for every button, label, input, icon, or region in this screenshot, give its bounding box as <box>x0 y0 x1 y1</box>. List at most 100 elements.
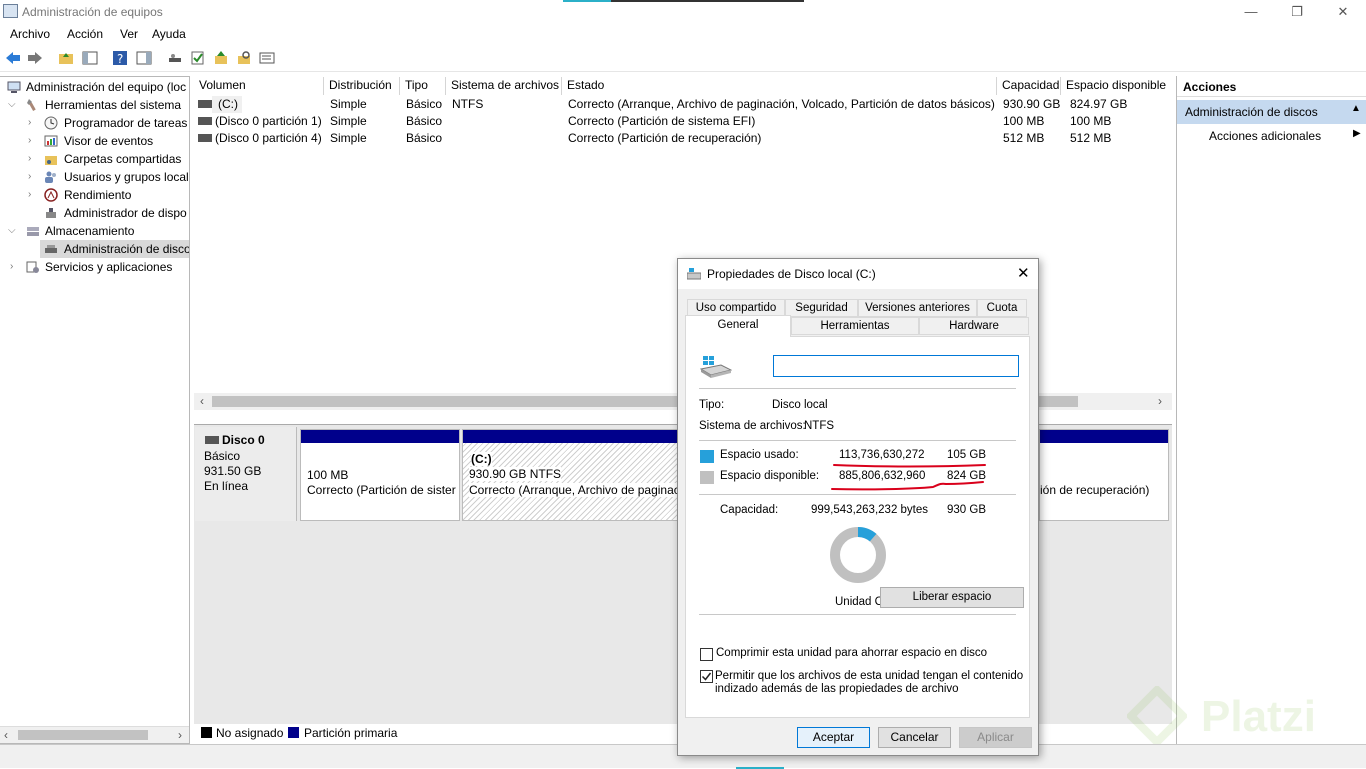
dialog-title-bar: Propiedades de Disco local (C:) ✕ <box>678 259 1038 289</box>
capacity-gb: 930 GB <box>947 504 986 516</box>
tab-general[interactable]: General <box>685 315 791 337</box>
actions-section-disk-management[interactable]: Administración de discos ▲ <box>1177 100 1366 124</box>
tree-storage[interactable]: ⌵ Almacenamiento <box>0 222 189 240</box>
tree-device-manager[interactable]: Administrador de dispo <box>0 204 189 222</box>
tree-services[interactable]: › Servicios y aplicaciones <box>0 258 189 276</box>
col-layout[interactable]: Distribución <box>324 77 400 95</box>
menu-archivo[interactable]: Archivo <box>10 27 50 41</box>
collapse-up-icon[interactable]: ▲ <box>1351 103 1361 114</box>
cell-free-space: 512 MB <box>1070 131 1112 145</box>
back-icon[interactable] <box>5 50 21 66</box>
partition-c[interactable]: (C:) 930.90 GB NTFS Correcto (Arranque, … <box>462 429 682 521</box>
help-icon[interactable]: ? <box>112 50 128 66</box>
menu-ver[interactable]: Ver <box>120 27 138 41</box>
chevron-right-icon[interactable]: › <box>28 168 38 186</box>
tab-quota[interactable]: Cuota <box>977 299 1027 317</box>
check-icon[interactable] <box>190 50 206 66</box>
search-folder-icon[interactable] <box>236 50 252 66</box>
drive-icon <box>687 268 701 280</box>
menu-ayuda[interactable]: Ayuda <box>152 27 186 41</box>
tree-root[interactable]: Administración del equipo (loc <box>0 78 189 96</box>
forward-icon[interactable] <box>27 50 43 66</box>
partition-recovery[interactable]: ión de recuperación) <box>1039 429 1169 521</box>
free-space-ring <box>830 527 886 583</box>
chevron-right-icon[interactable]: › <box>28 114 38 132</box>
scroll-right-icon[interactable]: › <box>1158 394 1162 408</box>
tree-horizontal-scrollbar[interactable]: ‹ › <box>0 726 189 743</box>
tree-label: Carpetas compartidas <box>64 152 182 166</box>
table-row[interactable]: (Disco 0 partición 4) Simple Básico Corr… <box>194 130 1172 147</box>
chevron-right-icon[interactable]: › <box>28 186 38 204</box>
close-button[interactable]: ✕ <box>1320 0 1366 24</box>
chevron-right-icon[interactable]: › <box>28 132 38 150</box>
minimize-button[interactable]: — <box>1228 0 1274 24</box>
volume-icon <box>198 100 212 108</box>
actions-more[interactable]: Acciones adicionales ▶ <box>1177 126 1366 146</box>
chevron-right-icon[interactable]: › <box>28 150 38 168</box>
tree-label: Administración de disco <box>64 242 190 256</box>
tree-root-label: Administración del equipo (loc <box>26 80 187 94</box>
platzi-logo-icon <box>1127 686 1187 746</box>
ok-button[interactable]: Aceptar <box>797 727 870 748</box>
event-viewer-icon <box>44 135 58 147</box>
chevron-down-icon[interactable]: ⌵ <box>8 96 18 114</box>
tab-hardware[interactable]: Hardware <box>919 317 1029 335</box>
partition-label: (C:) <box>471 452 492 466</box>
disk-info[interactable]: Disco 0 Básico 931.50 GB En línea <box>195 427 297 521</box>
properties-icon[interactable] <box>259 50 275 66</box>
menu-accion[interactable]: Acción <box>67 27 103 41</box>
col-free-space[interactable]: Espacio disponible <box>1061 77 1172 95</box>
disk-management-icon <box>45 245 57 253</box>
cell-layout: Simple <box>330 114 367 128</box>
table-row[interactable]: (Disco 0 partición 1) Simple Básico Corr… <box>194 113 1172 130</box>
tree-label: Usuarios y grupos locale <box>64 170 190 184</box>
partition-size: 930.90 GB NTFS <box>469 467 562 481</box>
disk-cleanup-button[interactable]: Liberar espacio <box>880 587 1024 608</box>
apply-button[interactable]: Aplicar <box>959 727 1032 748</box>
tree-task-scheduler[interactable]: › Programador de tareas <box>0 114 189 132</box>
cell-capacity: 930.90 GB <box>1003 97 1061 111</box>
scroll-left-icon[interactable]: ‹ <box>4 728 8 742</box>
tree-event-viewer[interactable]: › Visor de eventos <box>0 132 189 150</box>
users-icon <box>45 171 56 183</box>
col-volume[interactable]: Volumen <box>194 77 324 95</box>
dialog-title: Propiedades de Disco local (C:) <box>707 267 876 281</box>
table-row[interactable]: (C:) Simple Básico NTFS Correcto (Arranq… <box>194 96 1172 113</box>
show-hide-tree-icon[interactable] <box>82 50 98 66</box>
col-type[interactable]: Tipo <box>400 77 446 95</box>
submenu-arrow-icon: ▶ <box>1353 128 1361 139</box>
menu-bar: Archivo Acción Ver Ayuda <box>0 24 1366 44</box>
col-status[interactable]: Estado <box>562 77 997 95</box>
tree-disk-management[interactable]: Administración de disco <box>40 240 190 258</box>
tree-label: Administrador de dispo <box>64 206 187 220</box>
scroll-thumb[interactable] <box>18 730 148 740</box>
tab-tools[interactable]: Herramientas <box>791 317 919 335</box>
accent-line-dark <box>611 0 804 2</box>
connect-drive-icon[interactable] <box>167 50 183 66</box>
col-filesystem[interactable]: Sistema de archivos <box>446 77 562 95</box>
volume-name-input[interactable] <box>773 355 1019 377</box>
partition-efi[interactable]: 100 MB Correcto (Partición de sister <box>300 429 460 521</box>
scroll-left-icon[interactable]: ‹ <box>200 394 204 408</box>
chevron-right-icon[interactable]: › <box>10 258 20 276</box>
tree-label: Visor de eventos <box>64 134 154 148</box>
cancel-button[interactable]: Cancelar <box>878 727 951 748</box>
tree-performance[interactable]: › Rendimiento <box>0 186 189 204</box>
tab-previous-versions[interactable]: Versiones anteriores <box>858 299 977 317</box>
tree-users-groups[interactable]: › Usuarios y grupos locale <box>0 168 190 186</box>
chevron-down-icon[interactable]: ⌵ <box>8 222 18 240</box>
restore-button[interactable]: ❐ <box>1274 0 1320 24</box>
tree-system-tools[interactable]: ⌵ Herramientas del sistema <box>0 96 189 114</box>
tree-shared-folders[interactable]: › Carpetas compartidas <box>0 150 189 168</box>
free-space-swatch <box>700 471 714 484</box>
index-checkbox[interactable] <box>700 670 713 683</box>
tab-security[interactable]: Seguridad <box>785 299 858 317</box>
computer-management-icon <box>3 4 18 18</box>
action-pane-icon[interactable] <box>136 50 152 66</box>
compress-checkbox[interactable] <box>700 648 713 661</box>
scroll-right-icon[interactable]: › <box>178 728 182 742</box>
dialog-close-icon[interactable]: ✕ <box>1017 264 1030 282</box>
up-folder-icon[interactable] <box>58 50 74 66</box>
export-icon[interactable] <box>213 50 229 66</box>
col-capacity[interactable]: Capacidad <box>997 77 1061 95</box>
